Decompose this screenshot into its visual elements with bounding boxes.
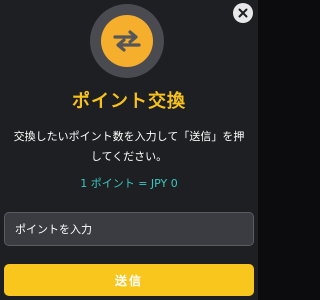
- close-button[interactable]: [233, 3, 253, 23]
- points-input[interactable]: [5, 213, 253, 245]
- point-exchange-dialog: ポイント交換 交換したいポイント数を入力して「送信」を押してください。 1 ポイ…: [0, 0, 258, 300]
- submit-button[interactable]: 送信: [4, 264, 254, 296]
- exchange-arrows-icon: [101, 15, 153, 67]
- exchange-rate-text: 1 ポイント = JPY 0: [80, 177, 178, 190]
- close-icon: [238, 8, 248, 18]
- dialog-description: 交換したいポイント数を入力して「送信」を押してください。: [13, 130, 245, 163]
- dialog-title: ポイント交換: [72, 91, 186, 112]
- exchange-icon-badge: [90, 4, 164, 78]
- points-input-wrapper: [4, 212, 254, 246]
